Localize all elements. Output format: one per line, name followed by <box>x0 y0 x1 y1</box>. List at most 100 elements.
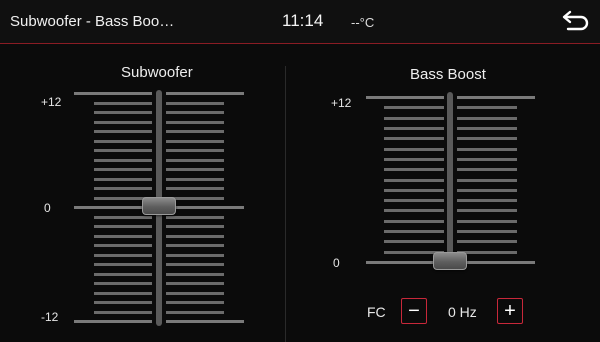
scale-tick <box>457 168 517 171</box>
scale-tick <box>457 96 535 99</box>
scale-tick <box>166 244 224 247</box>
scale-tick <box>384 199 444 202</box>
back-button[interactable] <box>560 8 592 36</box>
fc-decrease-button[interactable]: − <box>401 298 427 324</box>
scale-tick <box>94 301 152 304</box>
subwoofer-zero-label: 0 <box>44 201 51 215</box>
scale-tick <box>94 216 152 219</box>
subwoofer-max-label: +12 <box>41 95 62 109</box>
scale-tick <box>384 158 444 161</box>
scale-tick <box>384 148 444 151</box>
scale-tick <box>94 292 152 295</box>
scale-tick <box>94 111 152 114</box>
fc-increase-button[interactable]: + <box>497 298 523 324</box>
scale-tick <box>166 92 244 95</box>
scale-tick <box>384 209 444 212</box>
scale-tick <box>94 311 152 314</box>
fc-label: FC <box>367 304 386 320</box>
scale-tick <box>94 102 152 105</box>
scale-tick <box>94 168 152 171</box>
scale-tick <box>94 159 152 162</box>
scale-tick <box>457 261 535 264</box>
scale-tick <box>94 244 152 247</box>
scale-tick <box>166 216 224 219</box>
scale-tick <box>457 106 517 109</box>
scale-tick <box>166 149 224 152</box>
scale-tick <box>457 220 517 223</box>
scale-tick <box>166 292 224 295</box>
scale-tick <box>166 282 224 285</box>
scale-tick <box>457 199 517 202</box>
scale-tick <box>384 189 444 192</box>
scale-tick <box>94 263 152 266</box>
bass-boost-min-label: 0 <box>333 256 340 270</box>
scale-tick <box>166 235 224 238</box>
scale-tick <box>94 140 152 143</box>
status-bar: Subwoofer - Bass Boo… 11:14 --°C <box>0 0 600 44</box>
scale-tick <box>94 178 152 181</box>
panel-divider <box>285 66 286 342</box>
scale-tick <box>94 121 152 124</box>
subwoofer-min-label: -12 <box>41 310 59 324</box>
scale-tick <box>457 127 517 130</box>
scale-tick <box>166 178 224 181</box>
bass-boost-max-label: +12 <box>331 96 352 110</box>
scale-tick <box>166 121 224 124</box>
scale-tick <box>166 111 224 114</box>
scale-tick <box>166 225 224 228</box>
scale-tick <box>457 137 517 140</box>
scale-tick <box>166 311 224 314</box>
scale-tick <box>94 225 152 228</box>
bass-boost-title: Bass Boost <box>410 66 486 83</box>
scale-tick <box>166 159 224 162</box>
fc-value: 0 Hz <box>448 304 477 320</box>
scale-tick <box>457 230 517 233</box>
scale-tick <box>457 148 517 151</box>
scale-tick <box>384 179 444 182</box>
scale-tick <box>166 273 224 276</box>
scale-tick <box>457 240 517 243</box>
scale-tick <box>74 92 152 95</box>
subwoofer-title: Subwoofer <box>121 64 193 81</box>
scale-tick <box>457 117 517 120</box>
scale-tick <box>94 273 152 276</box>
scale-tick <box>166 206 244 209</box>
scale-tick <box>166 168 224 171</box>
scale-tick <box>384 240 444 243</box>
scale-tick <box>166 263 224 266</box>
scale-tick <box>166 130 224 133</box>
scale-tick <box>94 254 152 257</box>
scale-tick <box>166 301 224 304</box>
scale-tick <box>166 102 224 105</box>
scale-tick <box>166 254 224 257</box>
scale-tick <box>384 220 444 223</box>
scale-tick <box>74 320 152 323</box>
page-title: Subwoofer - Bass Boo… <box>10 13 175 30</box>
scale-tick <box>384 230 444 233</box>
scale-tick <box>94 187 152 190</box>
scale-tick <box>384 106 444 109</box>
bass-boost-slider-knob[interactable] <box>433 252 467 270</box>
scale-tick <box>384 117 444 120</box>
return-arrow-icon <box>562 10 589 31</box>
scale-tick <box>384 168 444 171</box>
scale-tick <box>457 189 517 192</box>
scale-tick <box>384 137 444 140</box>
scale-tick <box>94 235 152 238</box>
scale-tick <box>166 320 244 323</box>
plus-icon: + <box>504 299 516 322</box>
minus-icon: − <box>408 299 420 322</box>
scale-tick <box>457 179 517 182</box>
subwoofer-slider-knob[interactable] <box>142 197 176 215</box>
scale-tick <box>94 130 152 133</box>
scale-tick <box>457 209 517 212</box>
scale-tick <box>166 140 224 143</box>
scale-tick <box>94 149 152 152</box>
bass-boost-slider-track[interactable] <box>447 92 453 270</box>
scale-tick <box>457 158 517 161</box>
clock: 11:14 <box>282 11 324 30</box>
scale-tick <box>366 96 444 99</box>
scale-tick <box>166 187 224 190</box>
scale-tick <box>384 127 444 130</box>
scale-tick <box>74 206 152 209</box>
